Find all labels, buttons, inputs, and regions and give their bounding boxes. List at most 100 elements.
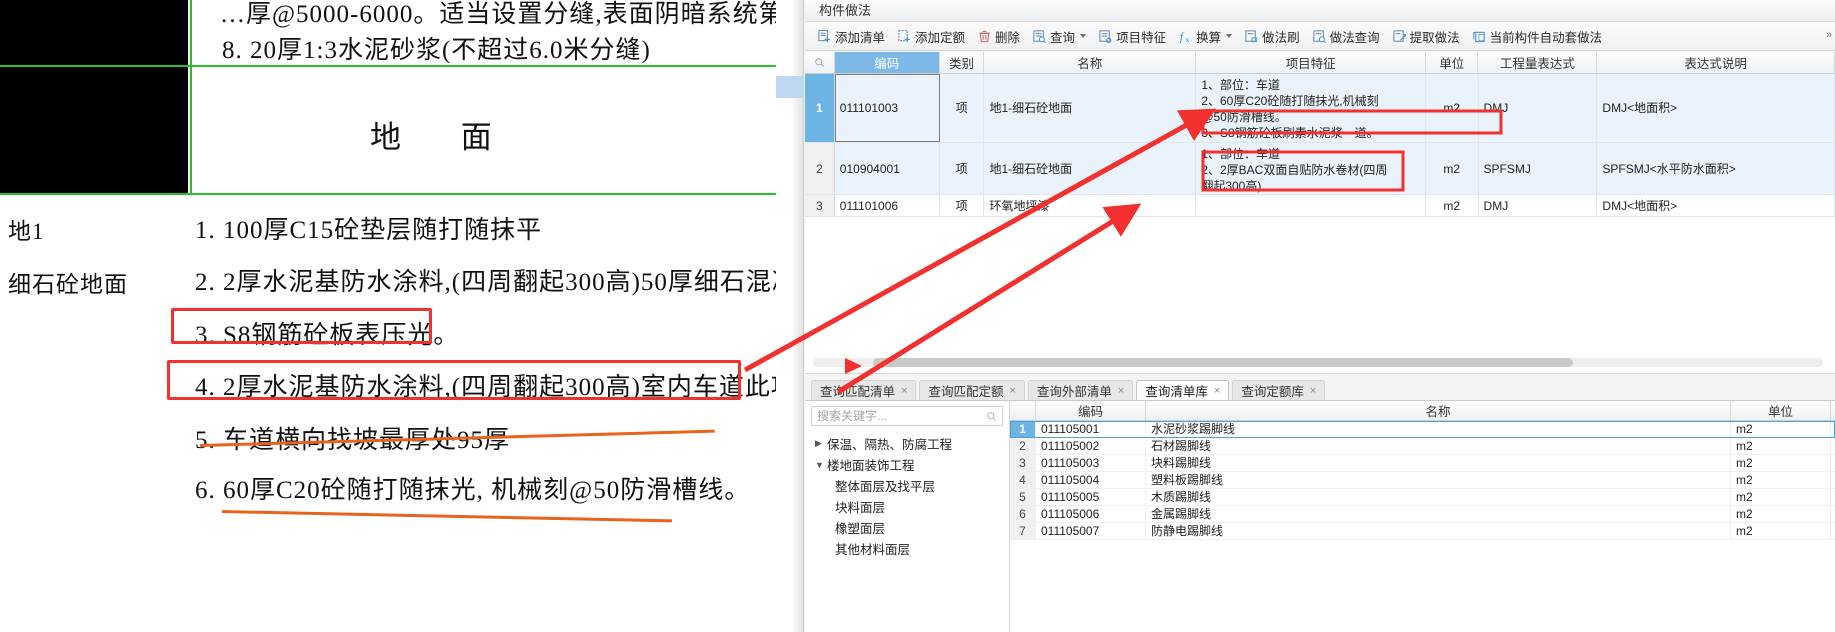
tab-query-external-list[interactable]: 查询外部清单 ×	[1027, 380, 1134, 400]
tree-node-insulation[interactable]: ▶ 保温、隔热、防腐工程	[805, 433, 1009, 454]
cell-expr-desc[interactable]: DMJ<地面积>	[1597, 195, 1835, 216]
grid-col-expr[interactable]: 工程量表达式	[1478, 52, 1598, 73]
list-item[interactable]: 1 011105001 水泥砂浆踢脚线 m2	[1010, 421, 1835, 438]
cell-category[interactable]: 项	[940, 143, 985, 194]
cell-code[interactable]: 011101006	[835, 195, 940, 216]
toolbar-query-button[interactable]: 查询	[1026, 24, 1092, 49]
grid-col-feature[interactable]: 项目特征	[1196, 52, 1426, 73]
list-item[interactable]: 7 011105007 防静电踢脚线 m2	[1010, 523, 1835, 540]
grid-col-code[interactable]: 编码	[834, 52, 940, 73]
list-col-code[interactable]: 编码	[1036, 401, 1146, 420]
list-cell-code[interactable]: 011105006	[1036, 506, 1146, 522]
list-col-unit[interactable]: 单位	[1731, 401, 1831, 420]
cell-code[interactable]: 010904001	[835, 143, 940, 194]
table-row[interactable]: 2 010904001 项 地1-细石砼地面 1、部位：车道 2、2厚BAC双面…	[805, 143, 1835, 195]
list-cell-name[interactable]: 木质踢脚线	[1146, 489, 1731, 505]
tab-query-quota-library[interactable]: 查询定额库 ×	[1232, 380, 1326, 400]
cell-name[interactable]: 地1-细石砼地面	[984, 74, 1197, 142]
toolbar-project-feature-button[interactable]: 项目特征	[1092, 24, 1172, 49]
toolbar-add-quota-button[interactable]: 添加定额	[891, 24, 971, 49]
chevron-right-icon[interactable]: ▶	[815, 438, 827, 449]
search-input[interactable]	[817, 409, 986, 423]
cell-category[interactable]: 项	[940, 195, 985, 216]
list-item[interactable]: 6 011105006 金属踢脚线 m2	[1010, 506, 1835, 523]
list-cell-name[interactable]: 块料踢脚线	[1146, 455, 1731, 471]
list-cell-code[interactable]: 011105002	[1036, 438, 1146, 454]
close-icon[interactable]: ×	[1118, 385, 1124, 397]
grid-col-expr-desc[interactable]: 表达式说明	[1597, 52, 1835, 73]
list-item[interactable]: 3 011105003 块料踢脚线 m2	[1010, 455, 1835, 472]
list-cell-code[interactable]: 011105007	[1036, 523, 1146, 539]
list-cell-code[interactable]: 011105003	[1036, 455, 1146, 471]
list-cell-name[interactable]: 石材踢脚线	[1146, 438, 1731, 454]
cell-expr-desc[interactable]: DMJ<地面积>	[1597, 74, 1835, 142]
list-item[interactable]: 2 011105002 石材踢脚线 m2	[1010, 438, 1835, 455]
table-row[interactable]: 1 011101003 项 地1-细石砼地面 1、部位：车道 2、60厚C20砼…	[805, 74, 1835, 143]
tab-query-match-list[interactable]: 查询匹配清单 ×	[811, 380, 917, 400]
list-col-name[interactable]: 名称	[1146, 401, 1731, 420]
tree-node-floor-decoration[interactable]: ▼ 楼地面装饰工程	[805, 454, 1009, 475]
tree-node-block-layer[interactable]: 块料面层	[805, 496, 1009, 517]
cell-unit[interactable]: m2	[1426, 143, 1479, 194]
table-row[interactable]: 3 011101006 项 环氧地坪漆 m2 DMJ DMJ<地面积>	[805, 195, 1835, 217]
cell-expr-desc[interactable]: SPFSMJ<水平防水面积>	[1597, 143, 1835, 194]
search-box[interactable]	[811, 406, 1003, 426]
search-icon[interactable]	[986, 411, 997, 422]
toolbar-extract-method-button[interactable]: 提取做法	[1386, 24, 1466, 49]
tab-query-list-library[interactable]: 查询清单库 ×	[1136, 380, 1230, 400]
cell-expr[interactable]: SPFSMJ	[1479, 143, 1598, 194]
toolbar-delete-button[interactable]: 删除	[971, 24, 1026, 49]
close-icon[interactable]: ×	[1310, 385, 1316, 397]
cell-code[interactable]: 011101003	[834, 74, 940, 142]
cell-name[interactable]: 环氧地坪漆	[984, 195, 1197, 216]
list-cell-unit[interactable]: m2	[1731, 455, 1831, 471]
list-cell-unit[interactable]: m2	[1731, 438, 1831, 454]
toolbar-convert-button[interactable]: fx 换算	[1172, 24, 1238, 49]
grid-col-category[interactable]: 类别	[940, 52, 985, 73]
list-cell-name[interactable]: 金属踢脚线	[1146, 506, 1731, 522]
tree-node-monolithic-layer[interactable]: 整体面层及找平层	[805, 475, 1009, 496]
cell-feature[interactable]	[1196, 195, 1426, 216]
list-cell-unit[interactable]: m2	[1731, 489, 1831, 505]
close-icon[interactable]: ×	[1009, 385, 1015, 397]
toolbar-add-list-button[interactable]: 添加清单	[811, 24, 891, 49]
tree-node-rubber-plastic-layer[interactable]: 橡塑面层	[805, 517, 1009, 538]
grid-horizontal-scrollbar[interactable]	[813, 358, 1823, 367]
list-item[interactable]: 5 011105005 木质踢脚线 m2	[1010, 489, 1835, 506]
grid-scrollbar-thumb[interactable]	[873, 358, 1573, 367]
toolbar-overflow-button[interactable]: »	[1826, 29, 1832, 41]
toolbar-auto-apply-button[interactable]: 囗 当前构件自动套做法	[1466, 24, 1609, 49]
cell-unit[interactable]: m2	[1426, 74, 1479, 142]
cell-expr[interactable]: DMJ	[1479, 74, 1598, 142]
tree-node-other-material-layer[interactable]: 其他材料面层	[805, 538, 1009, 559]
list-cell-unit[interactable]: m2	[1731, 506, 1831, 522]
list-cell-unit[interactable]: m2	[1731, 472, 1831, 488]
cell-feature[interactable]: 1、部位：车道 2、2厚BAC双面自贴防水卷材(四周 翻起300高)	[1196, 143, 1426, 194]
cell-expr[interactable]: DMJ	[1479, 195, 1598, 216]
list-item[interactable]: 4 011105004 塑料板踢脚线 m2	[1010, 472, 1835, 489]
left-strip[interactable]	[776, 0, 804, 632]
list-cell-unit[interactable]: m2	[1731, 421, 1831, 437]
tab-query-match-quota[interactable]: 查询匹配定额 ×	[919, 380, 1025, 400]
list-cell-code[interactable]: 011105005	[1036, 489, 1146, 505]
list-cell-code[interactable]: 011105001	[1036, 421, 1146, 437]
list-cell-name[interactable]: 防静电踢脚线	[1146, 523, 1731, 539]
close-icon[interactable]: ×	[1214, 385, 1220, 397]
grid-search-button[interactable]	[805, 52, 835, 73]
list-cell-unit[interactable]: m2	[1731, 523, 1831, 539]
cell-name[interactable]: 地1-细石砼地面	[984, 143, 1197, 194]
grid-col-name[interactable]: 名称	[984, 52, 1197, 73]
toolbar-method-query-button[interactable]: 做法查询	[1306, 24, 1386, 49]
toolbar-method-brush-button[interactable]: 做法刷	[1238, 24, 1306, 49]
chevron-down-icon[interactable]	[1226, 34, 1233, 38]
cell-unit[interactable]: m2	[1426, 195, 1479, 216]
list-cell-name[interactable]: 水泥砂浆踢脚线	[1146, 421, 1731, 437]
close-icon[interactable]: ×	[901, 385, 907, 397]
chevron-down-icon[interactable]	[1080, 34, 1087, 38]
list-cell-code[interactable]: 011105004	[1036, 472, 1146, 488]
list-cell-name[interactable]: 塑料板踢脚线	[1146, 472, 1731, 488]
left-strip-selected-row[interactable]	[776, 76, 804, 98]
cell-category[interactable]: 项	[940, 74, 985, 142]
cell-feature[interactable]: 1、部位：车道 2、60厚C20砼随打随抹光,机械刻 @50防滑槽线。 3、S8…	[1196, 74, 1426, 142]
chevron-down-icon[interactable]: ▼	[815, 460, 827, 470]
